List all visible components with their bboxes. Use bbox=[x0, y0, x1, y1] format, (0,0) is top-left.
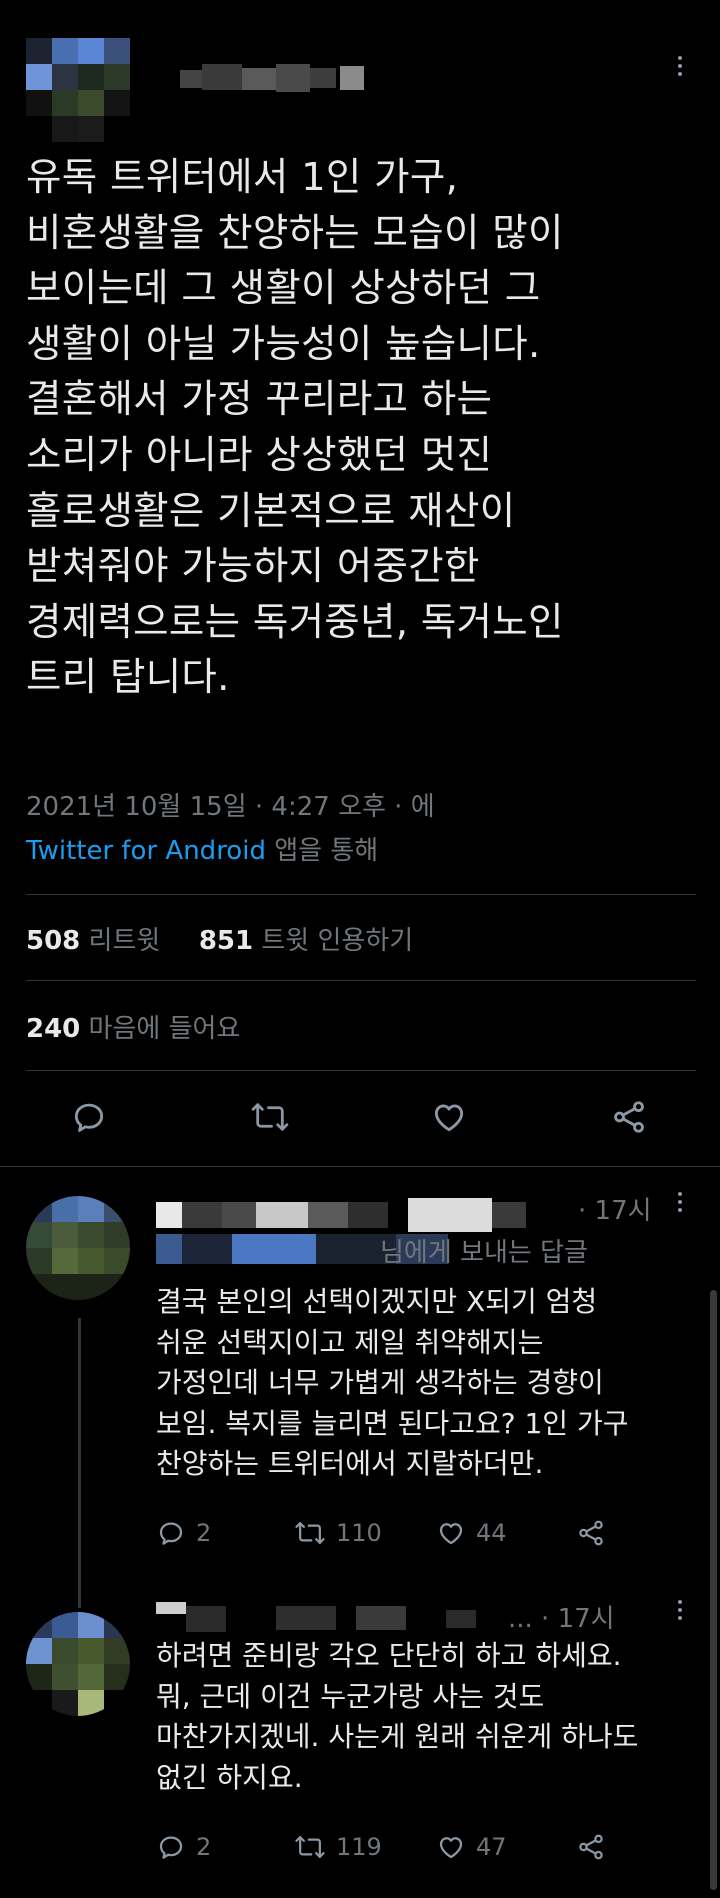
reply-1-text: 결국 본인의 선택이겠지만 X되기 엄청 쉬운 선택지이고 제일 취약해지는 가… bbox=[156, 1285, 629, 1480]
likes-stat[interactable]: 240 마음에 들어요 bbox=[26, 1008, 240, 1045]
tweet-author-avatar[interactable] bbox=[26, 38, 130, 142]
retweets-label: 리트윗 bbox=[80, 926, 161, 956]
reply-2-reply-button[interactable]: 2 bbox=[156, 1832, 211, 1862]
reply-2-retweet-button[interactable]: 119 bbox=[294, 1832, 382, 1862]
retweet-icon bbox=[295, 1836, 325, 1858]
tweet-author-name-blurred[interactable] bbox=[180, 60, 370, 92]
reply-2-actions: 2 119 47 bbox=[156, 1832, 616, 1872]
share-icon bbox=[579, 1834, 603, 1860]
reply-icon bbox=[159, 1522, 183, 1545]
reply-1-like-button[interactable]: 44 bbox=[436, 1518, 507, 1548]
reply-2-share-button[interactable] bbox=[576, 1832, 606, 1862]
source-app-link[interactable]: Twitter for Android bbox=[26, 836, 266, 866]
thread-line bbox=[78, 1318, 81, 1608]
retweet-button[interactable] bbox=[250, 1098, 290, 1140]
tweet-source: Twitter for Android 앱을 통해 bbox=[26, 830, 378, 867]
quotes-stat[interactable]: 851 트윗 인용하기 bbox=[199, 926, 413, 956]
reply-2-reply-count: 2 bbox=[196, 1833, 212, 1861]
share-icon bbox=[579, 1520, 603, 1546]
retweet-icon bbox=[295, 1522, 325, 1544]
reply-1-reply-button[interactable]: 2 bbox=[156, 1518, 211, 1548]
quotes-label: 트윗 인용하기 bbox=[253, 926, 414, 956]
retweet-icon bbox=[251, 1103, 289, 1131]
quotes-count: 851 bbox=[198, 926, 254, 956]
likes-label: 마음에 들어요 bbox=[80, 1014, 241, 1044]
heart-icon bbox=[439, 1523, 463, 1545]
reply-2-like-count: 47 bbox=[476, 1833, 507, 1861]
share-button[interactable] bbox=[610, 1098, 648, 1140]
source-suffix: 앱을 통해 bbox=[265, 836, 379, 866]
reply-1-replying-suffix: 님에게 보내는 답글 bbox=[380, 1238, 588, 1268]
reply-icon bbox=[159, 1836, 183, 1859]
section-separator bbox=[0, 1166, 720, 1167]
retweets-stat[interactable]: 508 리트윗 bbox=[26, 926, 160, 956]
retweet-quote-stats: 508 리트윗 851 트윗 인용하기 bbox=[26, 920, 413, 957]
heart-icon bbox=[439, 1837, 463, 1859]
retweets-count: 508 bbox=[26, 926, 81, 956]
reply-2-time[interactable]: ... · 17시 bbox=[508, 1598, 615, 1635]
reply-1-share-button[interactable] bbox=[576, 1518, 606, 1548]
reply-2-author-blurred[interactable] bbox=[156, 1600, 536, 1640]
reply-icon bbox=[74, 1103, 104, 1132]
divider bbox=[26, 894, 696, 895]
divider bbox=[26, 980, 696, 981]
reply-1-retweet-count: 110 bbox=[336, 1519, 382, 1547]
divider bbox=[26, 1070, 696, 1071]
reply-2-retweet-count: 119 bbox=[336, 1833, 382, 1861]
reply-1-retweet-button[interactable]: 110 bbox=[294, 1518, 382, 1548]
tweet-text: 유독 트위터에서 1인 가구, 비혼생활을 찬양하는 모습이 많이 보이는데 그… bbox=[26, 155, 564, 701]
reply-2-avatar[interactable] bbox=[26, 1612, 130, 1716]
likes-count: 240 bbox=[26, 1014, 81, 1044]
heart-icon bbox=[434, 1104, 464, 1132]
reply-1-reply-count: 2 bbox=[196, 1519, 212, 1547]
share-icon bbox=[614, 1101, 644, 1133]
reply-1-avatar[interactable] bbox=[26, 1196, 130, 1300]
tweet-more-icon[interactable] bbox=[678, 56, 684, 80]
like-button[interactable] bbox=[430, 1098, 468, 1140]
reply-2-like-button[interactable]: 47 bbox=[436, 1832, 507, 1862]
reply-1-actions: 2 110 44 bbox=[156, 1518, 616, 1558]
reply-1-time[interactable]: · 17시 bbox=[578, 1190, 652, 1227]
reply-1-like-count: 44 bbox=[476, 1519, 507, 1547]
scrollbar[interactable] bbox=[710, 1290, 717, 1890]
reply-2-text: 하려면 준비랑 각오 단단히 하고 하세요. 뭐, 근데 이건 누군가랑 사는 … bbox=[156, 1639, 639, 1794]
reply-2-more-icon[interactable] bbox=[678, 1600, 684, 1624]
reply-1-more-icon[interactable] bbox=[678, 1192, 684, 1216]
reply-button[interactable] bbox=[70, 1098, 108, 1140]
tweet-timestamp[interactable]: 2021년 10월 15일 · 4:27 오후 · 에 bbox=[26, 786, 435, 823]
